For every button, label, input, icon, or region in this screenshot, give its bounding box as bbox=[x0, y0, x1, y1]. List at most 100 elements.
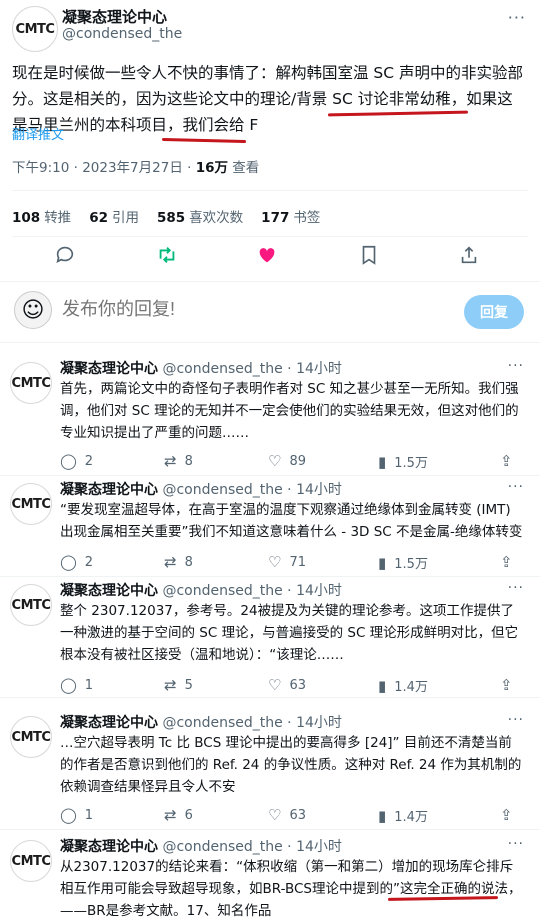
reply-author-name[interactable]: 凝聚态理论中心 bbox=[60, 839, 158, 855]
reply-text: “要发现室温超导体，在高于室温的温度下观察通过绝缘体到金属转变 (IMT) 出现… bbox=[60, 502, 523, 540]
cmtc-logo: CMTC bbox=[11, 496, 51, 512]
stat-retweets[interactable]: 108 转推 bbox=[12, 206, 71, 226]
view-count[interactable]: ▮ 1.4万 bbox=[378, 806, 428, 826]
retweet-count[interactable]: ⇄ 8 bbox=[164, 553, 193, 571]
main-action-bar bbox=[0, 244, 540, 272]
reply-count[interactable]: ◯ 2 bbox=[60, 452, 93, 470]
retweet-icon: ⇄ bbox=[164, 806, 177, 824]
reply-header: 凝聚态理论中心 @condensed_the · 14小时 bbox=[60, 712, 342, 732]
like-count[interactable]: ♡ 89 bbox=[268, 452, 306, 470]
retweet-icon: ⇄ bbox=[164, 553, 177, 571]
stat-quotes[interactable]: 62 引用 bbox=[89, 206, 139, 226]
bookmark-icon[interactable] bbox=[358, 244, 380, 271]
more-options-icon[interactable]: ··· bbox=[508, 836, 524, 852]
cmtc-logo: CMTC bbox=[11, 597, 51, 613]
retweet-count[interactable]: ⇄ 6 bbox=[164, 806, 193, 824]
cmtc-logo: CMTC bbox=[11, 853, 51, 869]
annotation-underline bbox=[161, 137, 247, 144]
reply-button[interactable]: 回复 bbox=[464, 295, 524, 329]
reply-tweet[interactable]: CMTC 凝聚态理论中心 @condensed_the · 14小时 ··· 从… bbox=[0, 834, 540, 918]
more-options-icon[interactable]: ··· bbox=[508, 479, 524, 495]
heart-icon: ♡ bbox=[268, 553, 282, 571]
reply-avatar[interactable]: CMTC bbox=[10, 840, 52, 882]
reply-author-name[interactable]: 凝聚态理论中心 bbox=[60, 583, 158, 599]
user-avatar[interactable]: ☺ bbox=[14, 291, 52, 329]
reply-action-bar: ◯ 1 ⇄ 6 ♡ 63 ▮ 1.4万 ⇪ bbox=[60, 806, 530, 826]
reply-handle[interactable]: @condensed_the · 14小时 bbox=[162, 361, 341, 377]
retweet-icon[interactable] bbox=[156, 244, 178, 271]
like-count[interactable]: ♡ 63 bbox=[268, 806, 306, 824]
cmtc-logo: CMTC bbox=[15, 21, 55, 37]
reply-tweet[interactable]: CMTC 凝聚态理论中心 @condensed_the · 14小时 ··· 首… bbox=[0, 356, 540, 476]
reply-tweet[interactable]: CMTC 凝聚态理论中心 @condensed_the · 14小时 ··· …… bbox=[0, 710, 540, 830]
reply-count[interactable]: ◯ 1 bbox=[60, 676, 93, 694]
reply-count[interactable]: ◯ 1 bbox=[60, 806, 93, 824]
bar-chart-icon: ▮ bbox=[378, 676, 387, 695]
tweet-text: 现在是时候做一些令人不快的事情了：解构韩国室温 SC 声明中的非实验部分。这是相… bbox=[12, 64, 524, 134]
reply-text: …空穴超导表明 Tc 比 BCS 理论中提出的要高得多 [24]” 目前还不清楚… bbox=[60, 735, 522, 795]
reply-avatar[interactable]: CMTC bbox=[10, 716, 52, 758]
more-options-icon[interactable]: ··· bbox=[508, 712, 524, 728]
like-count[interactable]: ♡ 71 bbox=[268, 553, 306, 571]
share-icon[interactable]: ⇪ bbox=[500, 553, 513, 571]
divider bbox=[12, 190, 528, 191]
reply-header: 凝聚态理论中心 @condensed_the · 14小时 bbox=[60, 358, 342, 378]
heart-icon: ♡ bbox=[268, 676, 282, 694]
speech-bubble-icon: ◯ bbox=[60, 806, 77, 824]
bar-chart-icon: ▮ bbox=[378, 553, 387, 572]
share-icon[interactable]: ⇪ bbox=[500, 676, 513, 694]
view-count[interactable]: ▮ 1.5万 bbox=[378, 452, 428, 472]
bar-chart-icon: ▮ bbox=[378, 806, 387, 825]
speech-bubble-icon: ◯ bbox=[60, 676, 77, 694]
reply-author-name[interactable]: 凝聚态理论中心 bbox=[60, 482, 158, 498]
more-options-icon[interactable]: ··· bbox=[508, 8, 526, 27]
speech-bubble-icon: ◯ bbox=[60, 452, 77, 470]
reply-handle[interactable]: @condensed_the · 14小时 bbox=[162, 839, 341, 855]
reply-header: 凝聚态理论中心 @condensed_the · 14小时 bbox=[60, 479, 342, 499]
retweet-count[interactable]: ⇄ 5 bbox=[164, 676, 193, 694]
reply-header: 凝聚态理论中心 @condensed_the · 14小时 bbox=[60, 836, 342, 856]
reply-avatar[interactable]: CMTC bbox=[10, 362, 52, 404]
heart-icon: ♡ bbox=[268, 452, 282, 470]
reply-avatar[interactable]: CMTC bbox=[10, 584, 52, 626]
stat-bookmarks[interactable]: 177 书签 bbox=[261, 206, 320, 226]
share-icon[interactable]: ⇪ bbox=[500, 452, 513, 470]
author-handle[interactable]: @condensed_the bbox=[62, 26, 182, 42]
tweet-timestamp[interactable]: 下午9:10 · 2023年7月27日 · bbox=[12, 160, 196, 176]
reply-input[interactable] bbox=[62, 299, 422, 320]
reply-count[interactable]: ◯ 2 bbox=[60, 553, 93, 571]
reply-handle[interactable]: @condensed_the · 14小时 bbox=[162, 583, 341, 599]
reply-author-name[interactable]: 凝聚态理论中心 bbox=[60, 361, 158, 377]
reply-tweet[interactable]: CMTC 凝聚态理论中心 @condensed_the · 14小时 ··· 整… bbox=[0, 578, 540, 698]
stat-likes[interactable]: 585 喜欢次数 bbox=[157, 206, 243, 226]
cmtc-logo: CMTC bbox=[11, 375, 51, 391]
reply-handle[interactable]: @condensed_the · 14小时 bbox=[162, 482, 341, 498]
author-avatar[interactable]: CMTC bbox=[12, 6, 58, 52]
share-icon[interactable] bbox=[458, 244, 480, 271]
share-icon[interactable]: ⇪ bbox=[500, 806, 513, 824]
reply-handle[interactable]: @condensed_the · 14小时 bbox=[162, 715, 341, 731]
tweet-meta: 下午9:10 · 2023年7月27日 · 16万 查看 bbox=[12, 156, 259, 176]
reply-tweet[interactable]: CMTC 凝聚态理论中心 @condensed_the · 14小时 ··· “… bbox=[0, 477, 540, 577]
more-options-icon[interactable]: ··· bbox=[508, 580, 524, 596]
translate-link[interactable]: 翻译推文 bbox=[12, 124, 64, 143]
cmtc-logo: CMTC bbox=[11, 729, 51, 745]
author-name[interactable]: 凝聚态理论中心 bbox=[62, 6, 167, 27]
reply-text: 从2307.12037的结论来看：“体积收缩（第一和第二）增加的现场库仑排斥相互… bbox=[60, 859, 522, 918]
reply-avatar[interactable]: CMTC bbox=[10, 483, 52, 525]
heart-icon: ♡ bbox=[268, 806, 282, 824]
more-options-icon[interactable]: ··· bbox=[508, 358, 524, 374]
retweet-icon: ⇄ bbox=[164, 452, 177, 470]
like-count[interactable]: ♡ 63 bbox=[268, 676, 306, 694]
retweet-count[interactable]: ⇄ 8 bbox=[164, 452, 193, 470]
view-count[interactable]: ▮ 1.5万 bbox=[378, 553, 428, 573]
reply-text: 整个 2307.12037，参考号。24被提及为关键的理论参考。这项工作提供了一… bbox=[60, 603, 519, 663]
view-count[interactable]: ▮ 1.4万 bbox=[378, 676, 428, 696]
reply-action-bar: ◯ 2 ⇄ 8 ♡ 89 ▮ 1.5万 ⇪ bbox=[60, 452, 530, 472]
reply-action-bar: ◯ 1 ⇄ 5 ♡ 63 ▮ 1.4万 ⇪ bbox=[60, 676, 530, 696]
divider bbox=[12, 236, 528, 237]
reply-action-bar: ◯ 2 ⇄ 8 ♡ 71 ▮ 1.5万 ⇪ bbox=[60, 553, 530, 573]
reply-icon[interactable] bbox=[54, 244, 76, 271]
reply-author-name[interactable]: 凝聚态理论中心 bbox=[60, 715, 158, 731]
heart-icon[interactable] bbox=[256, 244, 278, 271]
